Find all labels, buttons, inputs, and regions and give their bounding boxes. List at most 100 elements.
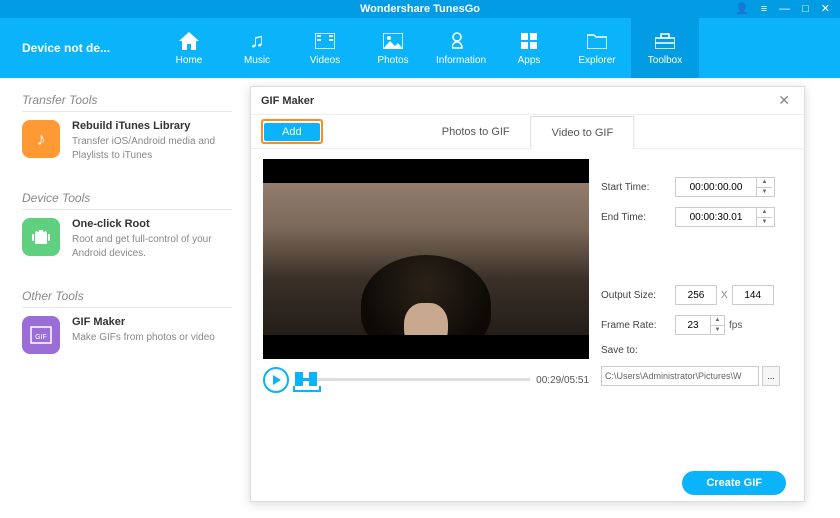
dialog-footer: Create GIF <box>251 463 804 503</box>
video-area: 00:29/05:51 <box>251 149 601 463</box>
browse-button[interactable]: ... <box>762 366 780 386</box>
start-time-field[interactable] <box>676 178 756 196</box>
nav-label: Videos <box>310 55 340 66</box>
dialog-header: GIF Maker ✕ <box>251 87 804 115</box>
nav-photos[interactable]: Photos <box>359 18 427 78</box>
itunes-icon: ♪ <box>22 120 60 158</box>
nav-label: Music <box>244 55 270 66</box>
tool-desc: Root and get full-control of your Androi… <box>72 233 232 261</box>
spinner-up[interactable]: ▲ <box>711 316 724 326</box>
spinner-down[interactable]: ▼ <box>757 188 772 197</box>
close-button[interactable]: ✕ <box>817 2 834 15</box>
save-path-input[interactable] <box>601 366 759 386</box>
tab-video-to-gif[interactable]: Video to GIF <box>531 116 635 149</box>
user-icon[interactable]: 👤 <box>731 2 753 15</box>
tool-desc: Make GIFs from photos or video <box>72 331 232 345</box>
frame-rate-input[interactable]: ▲▼ <box>675 315 725 335</box>
tool-title: GIF Maker <box>72 316 232 328</box>
trim-end-handle[interactable] <box>309 372 317 386</box>
nav-explorer[interactable]: Explorer <box>563 18 631 78</box>
video-content <box>263 159 589 359</box>
nav-videos[interactable]: Videos <box>291 18 359 78</box>
play-button[interactable] <box>263 367 289 393</box>
start-time-label: Start Time: <box>601 182 675 193</box>
music-icon: ♫ <box>250 30 265 52</box>
photo-icon <box>383 30 403 52</box>
frame-rate-label: Frame Rate: <box>601 320 675 331</box>
dialog-title: GIF Maker <box>261 95 774 107</box>
frame-rate-field[interactable] <box>676 316 710 334</box>
add-button-highlight: Add <box>261 119 323 144</box>
video-preview[interactable] <box>263 159 589 359</box>
info-icon <box>452 30 470 52</box>
fps-unit: fps <box>729 320 742 331</box>
timeline[interactable] <box>295 368 530 392</box>
svg-text:GIF: GIF <box>35 334 47 341</box>
trim-start-handle[interactable] <box>295 372 303 386</box>
section-title-device: Device Tools <box>22 191 232 210</box>
output-size-label: Output Size: <box>601 290 675 301</box>
video-icon <box>315 30 335 52</box>
nav-label: Photos <box>377 55 408 66</box>
create-gif-button[interactable]: Create GIF <box>682 471 786 495</box>
start-time-input[interactable]: ▲▼ <box>675 177 775 197</box>
end-time-label: End Time: <box>601 212 675 223</box>
play-icon <box>273 375 281 385</box>
end-time-field[interactable] <box>676 208 756 226</box>
spinner-up[interactable]: ▲ <box>757 178 772 188</box>
spinner-down[interactable]: ▼ <box>757 218 772 227</box>
tool-gif-maker[interactable]: GIF GIF Maker Make GIFs from photos or v… <box>22 316 232 354</box>
nav-label: Apps <box>518 55 541 66</box>
section-title-other: Other Tools <box>22 289 232 308</box>
output-height-input[interactable] <box>732 285 774 305</box>
main-sidebar: Transfer Tools ♪ Rebuild iTunes Library … <box>0 78 260 518</box>
tab-photos-to-gif[interactable]: Photos to GIF <box>421 115 531 148</box>
output-width-input[interactable] <box>675 285 717 305</box>
spinner-down[interactable]: ▼ <box>711 326 724 335</box>
nav-label: Home <box>176 55 203 66</box>
device-status-area[interactable]: Device not de... <box>0 18 155 78</box>
add-button[interactable]: Add <box>264 123 320 141</box>
nav-label: Toolbox <box>648 55 682 66</box>
nav-toolbox[interactable]: Toolbox <box>631 18 699 78</box>
tabs: Photos to GIF Video to GIF <box>421 115 634 148</box>
tool-desc: Transfer iOS/Android media and Playlists… <box>72 135 232 163</box>
gif-icon: GIF <box>22 316 60 354</box>
nav-apps[interactable]: Apps <box>495 18 563 78</box>
nav: Home ♫ Music Videos Photos Information A… <box>155 18 840 78</box>
dialog-close-button[interactable]: ✕ <box>774 92 794 109</box>
gif-maker-dialog: GIF Maker ✕ Add Photos to GIF Video to G… <box>250 86 805 502</box>
dialog-body: 00:29/05:51 Start Time: ▲▼ End Time: ▲▼ <box>251 149 804 463</box>
tool-rebuild-itunes[interactable]: ♪ Rebuild iTunes Library Transfer iOS/An… <box>22 120 232 163</box>
apps-icon <box>521 30 537 52</box>
end-time-input[interactable]: ▲▼ <box>675 207 775 227</box>
maximize-button[interactable]: □ <box>798 3 813 15</box>
nav-information[interactable]: Information <box>427 18 495 78</box>
tabs-row: Add Photos to GIF Video to GIF <box>251 115 804 149</box>
nav-label: Information <box>436 55 486 66</box>
app-title: Wondershare TunesGo <box>360 3 480 15</box>
nav-label: Explorer <box>578 55 615 66</box>
menu-icon[interactable]: ≡ <box>757 3 771 15</box>
header: Device not de... Home ♫ Music Videos Pho… <box>0 18 840 78</box>
player-controls: 00:29/05:51 <box>263 367 589 393</box>
titlebar: Wondershare TunesGo 👤 ≡ — □ ✕ <box>0 0 840 18</box>
minimize-button[interactable]: — <box>775 3 794 15</box>
settings-panel: Start Time: ▲▼ End Time: ▲▼ Output Size:… <box>601 149 804 463</box>
folder-icon <box>587 30 607 52</box>
spinner-up[interactable]: ▲ <box>757 208 772 218</box>
section-title-transfer: Transfer Tools <box>22 93 232 112</box>
tool-title: One-click Root <box>72 218 232 230</box>
android-icon <box>22 218 60 256</box>
nav-music[interactable]: ♫ Music <box>223 18 291 78</box>
device-status-text: Device not de... <box>22 41 110 55</box>
tool-root[interactable]: One-click Root Root and get full-control… <box>22 218 232 261</box>
home-icon <box>179 30 199 52</box>
window-controls: 👤 ≡ — □ ✕ <box>731 2 834 15</box>
save-to-label: Save to: <box>601 345 675 356</box>
tool-title: Rebuild iTunes Library <box>72 120 232 132</box>
toolbox-icon <box>655 30 675 52</box>
time-display: 00:29/05:51 <box>536 375 589 386</box>
nav-home[interactable]: Home <box>155 18 223 78</box>
size-separator: X <box>721 290 728 301</box>
